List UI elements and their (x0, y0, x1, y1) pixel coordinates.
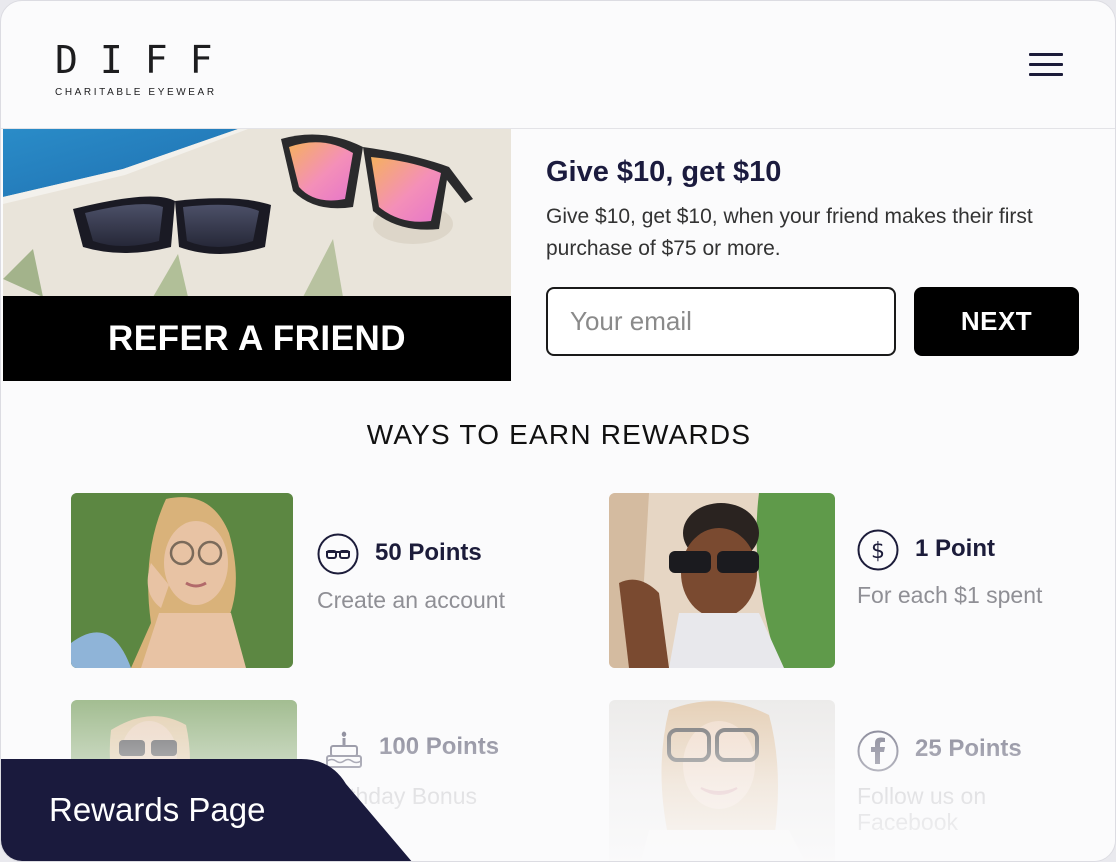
svg-text:$: $ (871, 539, 885, 564)
reward-points: 1 Point (915, 535, 996, 562)
reward-description: Create an account (317, 587, 505, 613)
reward-description: For each $1 spent (857, 582, 1043, 608)
refer-title: Give $10, get $10 (546, 156, 782, 188)
refer-a-friend-banner: REFER A FRIEND (3, 296, 511, 381)
refer-banner-text: REFER A FRIEND (107, 318, 407, 358)
reward-points: 25 Points (915, 735, 1022, 762)
dollar-icon: $ (857, 529, 899, 571)
section-title: WAYS TO EARN REWARDS (366, 419, 752, 450)
reward-description: Follow us on Facebook (857, 783, 987, 835)
diff-logo[interactable]: DIFF CHARITABLE EYEWEAR (55, 41, 235, 98)
reward-photo-facebook (609, 700, 835, 861)
hamburger-menu-icon[interactable] (1029, 53, 1063, 79)
reward-points: 50 Points (375, 539, 482, 566)
next-button[interactable]: NEXT (914, 287, 1079, 356)
site-header: DIFF CHARITABLE EYEWEAR (1, 1, 1115, 129)
logo-tagline: CHARITABLE EYEWEAR (55, 87, 217, 98)
reward-photo-create-account (71, 493, 293, 668)
hero-sunglasses-photo (3, 129, 511, 297)
facebook-icon[interactable] (857, 730, 899, 772)
reward-photo-dollar-spent (609, 493, 835, 668)
refer-description: Give $10, get $10, when your friend make… (546, 205, 1033, 260)
reward-points: 100 Points (379, 733, 500, 760)
refer-panel: Give $10, get $10 Give $10, get $10, whe… (546, 156, 1086, 265)
email-input[interactable] (546, 287, 896, 356)
glasses-icon (317, 533, 359, 575)
app-frame: DIFF CHARITABLE EYEWEAR REFER A FRIEND G… (0, 0, 1116, 862)
logo-wordmark: DIFF (55, 38, 235, 82)
page-tag-label: Rewards Page (49, 791, 266, 828)
